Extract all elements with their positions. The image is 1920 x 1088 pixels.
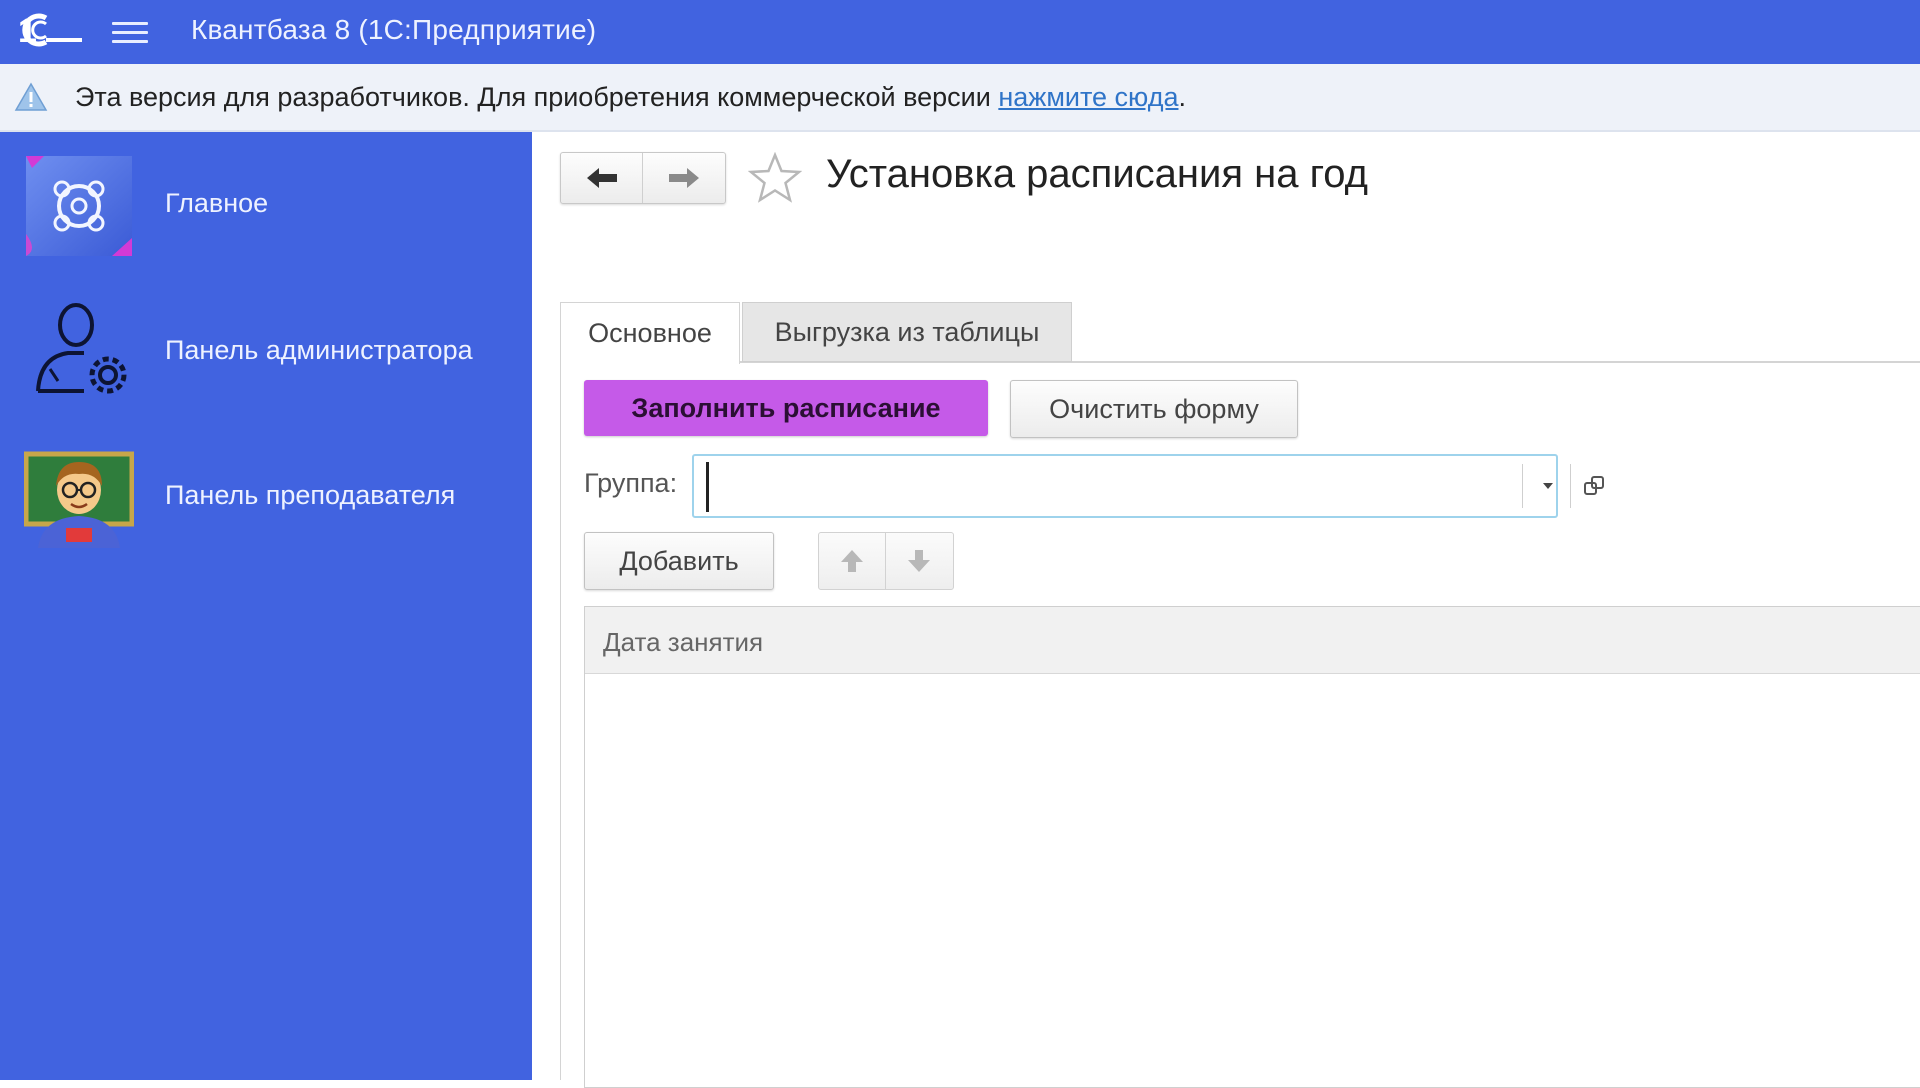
forward-button[interactable] [643,153,724,203]
title-bar: 1 Квантбаза 8 (1С:Предприятие) [0,0,1920,64]
tab-import-from-table[interactable]: Выгрузка из таблицы [742,302,1072,362]
sidebar-item-label: Главное [165,188,269,218]
main-section-icon [26,156,132,256]
page-title: Установка расписания на год [826,152,1368,196]
sidebar-item-admin-panel[interactable]: Панель администратора [0,297,532,407]
form-area: Установка расписания на год Основное Выг… [532,132,1920,1088]
field-separator [1570,464,1571,508]
history-nav [560,152,726,204]
banner-message: Эта версия для разработчиков. Для приобр… [75,82,999,112]
warning-icon [14,82,48,111]
chevron-down-icon [1543,483,1553,489]
move-up-button[interactable] [819,533,886,589]
sidebar-item-main[interactable]: Главное [0,152,532,262]
arrow-down-icon [908,550,930,572]
move-down-button[interactable] [886,533,952,589]
group-field-label: Группа: [584,468,678,498]
column-header-lesson-date[interactable]: Дата занятия [603,627,763,658]
sidebar-item-teacher-panel[interactable]: Панель преподавателя [0,442,532,552]
sections-sidebar: Главное Панель администратора Панель пре… [0,132,532,1080]
tab-panel-border [560,363,561,1080]
favorite-star-icon[interactable] [748,152,802,204]
teacher-icon [24,451,134,548]
sidebar-item-label: Панель преподавателя [165,480,456,510]
app-title: Квантбаза 8 (1С:Предприятие) [191,14,597,45]
buy-commercial-link[interactable]: нажмите сюда [998,82,1178,112]
banner-text: Эта версия для разработчиков. Для приобр… [75,82,1186,113]
clear-form-button[interactable]: Очистить форму [1010,380,1298,438]
banner-suffix: . [1178,82,1186,112]
arrow-left-icon [586,168,617,188]
arrow-right-icon [668,168,699,188]
hamburger-menu-icon[interactable] [112,16,148,48]
group-input[interactable] [706,462,1525,512]
group-field [692,454,1604,518]
open-link-icon [1584,476,1604,495]
sidebar-item-label: Панель администратора [165,335,473,365]
back-button[interactable] [561,153,643,203]
admin-user-gear-icon [36,303,127,394]
developer-version-banner: Эта версия для разработчиков. Для приобр… [0,64,1920,132]
lesson-dates-table[interactable]: Дата занятия [584,606,1920,1088]
1c-logo-icon[interactable]: 1 [16,10,86,50]
fill-schedule-button[interactable]: Заполнить расписание [584,380,988,436]
move-buttons [818,532,954,590]
field-separator [1522,464,1523,508]
group-open-button[interactable] [1574,462,1614,510]
add-button[interactable]: Добавить [584,532,774,590]
arrow-up-icon [841,550,863,572]
table-header: Дата занятия [585,607,1920,674]
tab-main[interactable]: Основное [560,302,740,364]
group-dropdown-button[interactable] [1528,462,1568,510]
